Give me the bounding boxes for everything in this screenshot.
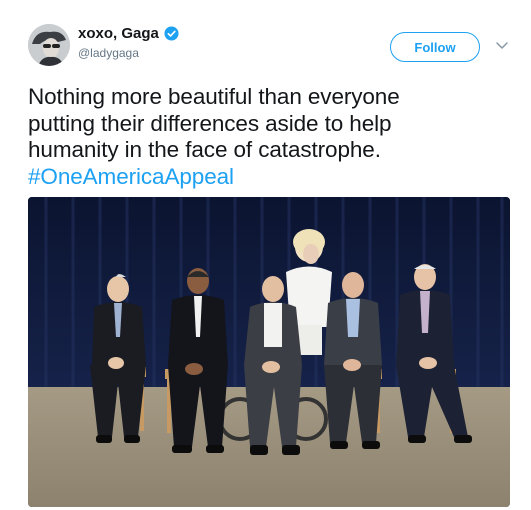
user-info: xoxo, Gaga @ladygaga xyxy=(78,25,179,60)
more-options-button[interactable] xyxy=(494,38,510,54)
tweet-photo[interactable] xyxy=(28,197,510,507)
chevron-down-icon xyxy=(496,42,508,49)
tweet-text-line: Nothing more beautiful than everyone xyxy=(28,84,400,109)
user-handle[interactable]: @ladygaga xyxy=(78,46,179,60)
tweet-text: Nothing more beautiful than everyone put… xyxy=(28,84,498,190)
tweet-text-line: humanity in the face of catastrophe. xyxy=(28,137,381,162)
display-name[interactable]: xoxo, Gaga xyxy=(78,25,159,42)
verified-badge-icon xyxy=(164,26,179,41)
avatar[interactable] xyxy=(28,24,70,66)
tweet-text-line: putting their differences aside to help xyxy=(28,110,392,136)
tweet-card: xoxo, Gaga @ladygaga Follow Nothing more… xyxy=(0,0,531,510)
follow-button[interactable]: Follow xyxy=(390,32,480,62)
display-name-row: xoxo, Gaga xyxy=(78,25,179,42)
hashtag-link[interactable]: #OneAmericaAppeal xyxy=(28,164,498,191)
